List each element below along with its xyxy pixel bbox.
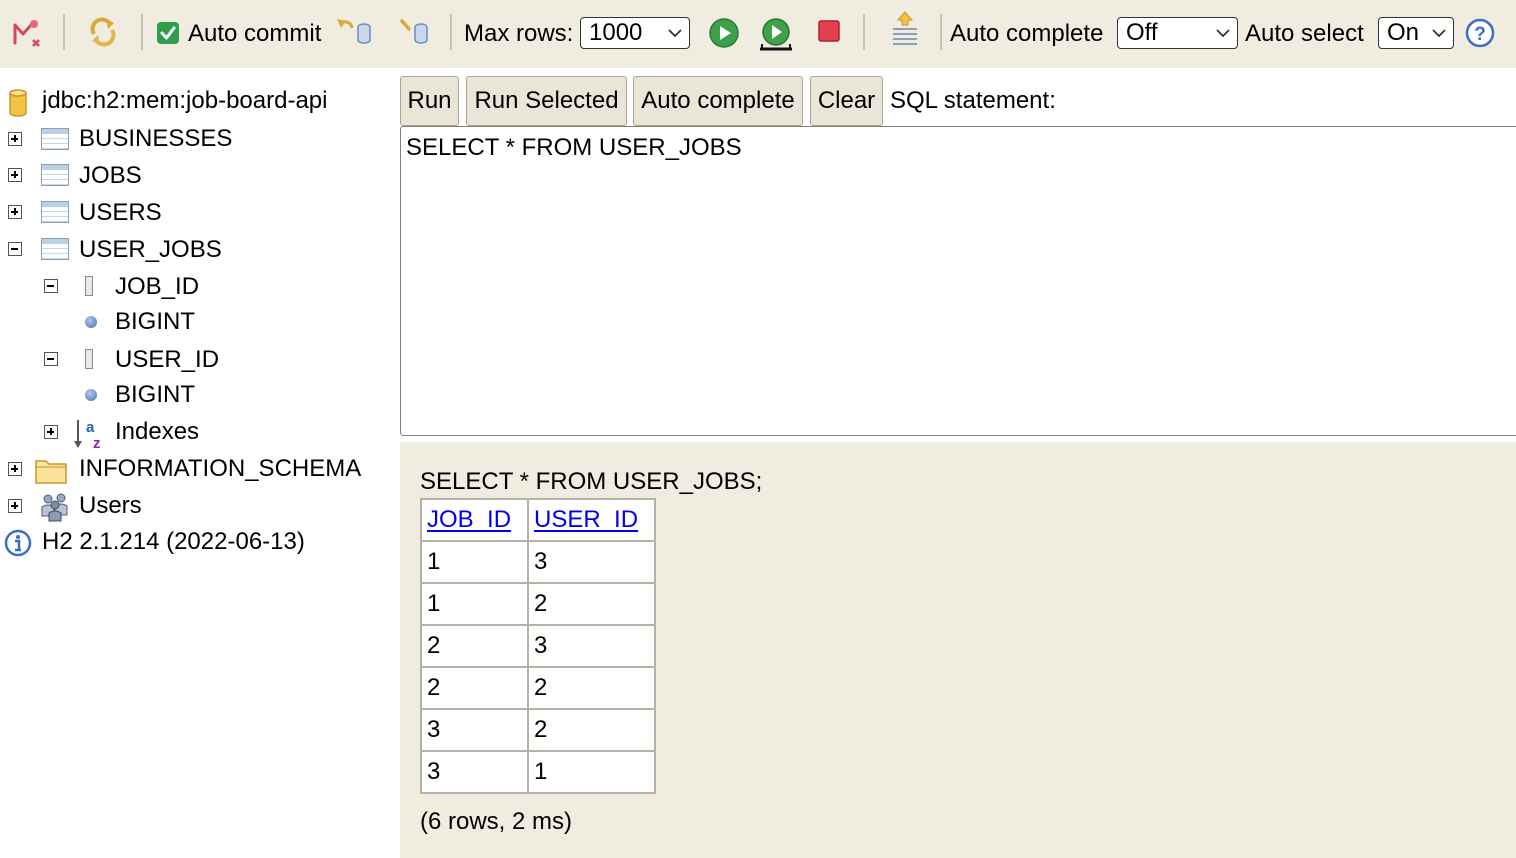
table-row: 3 1 xyxy=(420,750,656,794)
tree-column-type: BIGINT xyxy=(115,308,196,335)
database-icon xyxy=(8,88,28,118)
max-rows-select[interactable]: 1000 xyxy=(580,17,690,49)
max-rows-label: Max rows: xyxy=(464,20,574,47)
refresh-icon[interactable] xyxy=(86,14,120,48)
table-cell: 3 xyxy=(420,708,529,752)
table-cell: 3 xyxy=(527,624,656,668)
executed-statement: SELECT * FROM USER_JOBS; xyxy=(420,468,763,495)
table-cell: 2 xyxy=(527,708,656,752)
chevron-down-icon xyxy=(1216,29,1230,38)
table-icon xyxy=(41,201,69,223)
toolbar-separator xyxy=(940,14,942,50)
expand-icon[interactable] xyxy=(8,132,22,146)
run-selected-icon[interactable] xyxy=(758,14,794,52)
table-cell: 3 xyxy=(527,540,656,584)
version-text: H2 2.1.214 (2022-06-13) xyxy=(42,528,305,555)
tree-users[interactable]: Users xyxy=(79,491,142,521)
tree-column-type: BIGINT xyxy=(115,381,196,408)
table-cell: 3 xyxy=(420,750,529,794)
history-icon[interactable] xyxy=(890,10,920,50)
tree-table-businesses[interactable]: BUSINESSES xyxy=(79,124,232,154)
toolbar-separator xyxy=(863,14,865,50)
users-icon xyxy=(39,490,71,522)
expand-icon[interactable] xyxy=(44,425,58,439)
table-header-row: JOB_ID USER_ID xyxy=(420,498,656,542)
stop-icon[interactable] xyxy=(818,20,840,42)
table-icon xyxy=(41,164,69,186)
column-header-job-id[interactable]: JOB_ID xyxy=(420,498,529,542)
table-row: 3 2 xyxy=(420,708,656,752)
folder-icon xyxy=(35,456,67,484)
auto-complete-select[interactable]: Off xyxy=(1117,17,1238,49)
run-icon[interactable] xyxy=(708,17,740,49)
tree-table-users[interactable]: USERS xyxy=(79,198,162,228)
expand-icon[interactable] xyxy=(8,168,22,182)
table-row: 2 3 xyxy=(420,624,656,668)
toolbar-separator xyxy=(450,14,452,50)
tree-information-schema[interactable]: INFORMATION_SCHEMA xyxy=(79,454,361,484)
run-selected-button[interactable]: Run Selected xyxy=(466,76,627,126)
column-header-user-id[interactable]: USER_ID xyxy=(527,498,656,542)
chevron-down-icon xyxy=(668,29,682,38)
collapse-icon[interactable] xyxy=(44,279,58,293)
table-icon xyxy=(41,128,69,150)
sql-editor[interactable]: SELECT * FROM USER_JOBS xyxy=(400,126,1516,436)
table-icon xyxy=(41,238,69,260)
disconnect-icon[interactable] xyxy=(10,16,42,48)
toolbar-separator xyxy=(141,14,143,50)
auto-complete-label: Auto complete xyxy=(950,20,1104,47)
type-icon xyxy=(85,316,97,328)
expand-icon[interactable] xyxy=(8,205,22,219)
column-icon xyxy=(85,276,93,296)
tree-table-jobs[interactable]: JOBS xyxy=(79,161,142,191)
tree-column-user-id[interactable]: USER_ID xyxy=(115,345,219,375)
toolbar: Auto commit Max rows: 1000 Auto complete… xyxy=(0,0,1516,68)
tree-column-job-id[interactable]: JOB_ID xyxy=(115,272,199,302)
type-icon xyxy=(85,389,97,401)
auto-select-value: On xyxy=(1387,19,1420,46)
expand-icon[interactable] xyxy=(8,462,22,476)
auto-select-label: Auto select xyxy=(1245,20,1364,47)
sql-statement-label: SQL statement: xyxy=(890,87,1056,114)
svg-text:a: a xyxy=(86,419,95,436)
auto-commit-label: Auto commit xyxy=(188,20,322,47)
collapse-icon[interactable] xyxy=(8,242,22,256)
auto-select-select[interactable]: On xyxy=(1378,17,1454,49)
help-icon[interactable]: ? xyxy=(1465,18,1495,48)
tree-table-user-jobs[interactable]: USER_JOBS xyxy=(79,235,222,265)
chevron-down-icon xyxy=(1432,29,1446,38)
table-cell: 2 xyxy=(420,666,529,710)
max-rows-value: 1000 xyxy=(589,19,643,46)
table-cell: 2 xyxy=(527,582,656,626)
toolbar-separator xyxy=(63,14,65,50)
sort-az-icon: a z xyxy=(73,417,107,452)
column-icon xyxy=(85,349,93,369)
table-cell: 2 xyxy=(527,666,656,710)
auto-complete-value: Off xyxy=(1126,19,1158,46)
table-cell: 1 xyxy=(420,540,529,584)
table-cell: 1 xyxy=(420,582,529,626)
results-summary: (6 rows, 2 ms) xyxy=(420,808,573,835)
svg-text:?: ? xyxy=(1474,24,1486,45)
table-cell: 2 xyxy=(420,624,529,668)
run-button[interactable]: Run xyxy=(400,76,459,126)
collapse-icon[interactable] xyxy=(44,352,58,366)
info-icon xyxy=(4,529,32,557)
svg-text:z: z xyxy=(93,435,101,451)
table-row: 1 2 xyxy=(420,582,656,626)
tree-indexes[interactable]: Indexes xyxy=(115,417,199,447)
expand-icon[interactable] xyxy=(8,499,22,513)
auto-commit-checkbox[interactable] xyxy=(157,22,179,44)
table-row: 2 2 xyxy=(420,666,656,710)
rollback-icon[interactable] xyxy=(336,14,374,48)
connection-url[interactable]: jdbc:h2:mem:job-board-api xyxy=(42,86,327,116)
clear-button[interactable]: Clear xyxy=(810,76,883,126)
results-table: JOB_ID USER_ID 1 3 1 2 2 3 2 2 3 2 3 1 xyxy=(420,498,656,794)
table-cell: 1 xyxy=(527,750,656,794)
commit-icon[interactable] xyxy=(398,14,434,48)
auto-complete-button[interactable]: Auto complete xyxy=(633,76,803,126)
table-row: 1 3 xyxy=(420,540,656,584)
